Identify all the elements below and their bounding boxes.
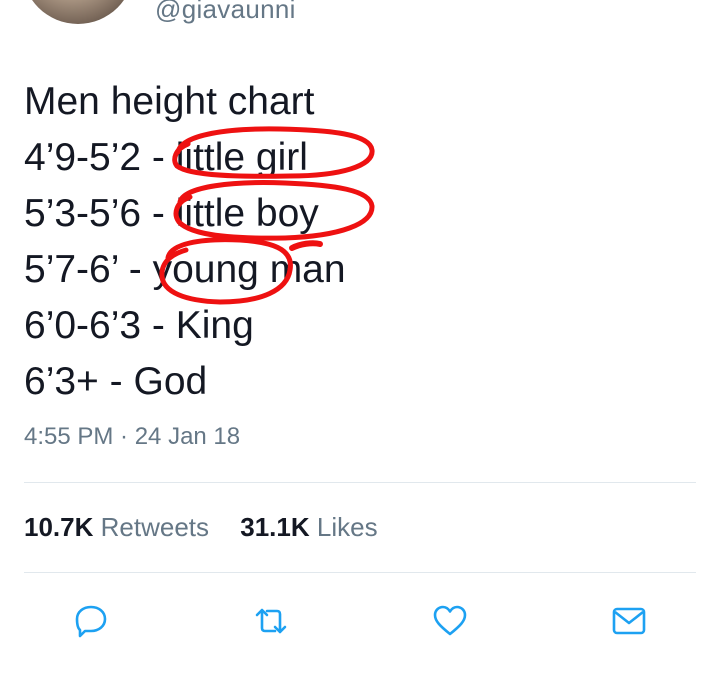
divider-bottom	[24, 572, 696, 573]
retweets-stat[interactable]: 10.7K Retweets	[24, 512, 209, 543]
envelope-icon	[612, 607, 646, 635]
tweet-detail-page: @giavaunni Men height chart 4’9-5’2 - li…	[0, 0, 709, 678]
tweet-line-king: 6’0-6’3 - King	[24, 304, 254, 347]
tweet-text: Men height chart 4’9-5’2 - little girl 5…	[24, 74, 684, 410]
tweet-action-bar	[0, 598, 709, 644]
likes-label: Likes	[316, 512, 378, 542]
reply-button[interactable]	[68, 598, 114, 644]
avatar[interactable]	[22, 0, 134, 24]
tweet-line-title: Men height chart	[24, 80, 315, 123]
heart-icon	[433, 605, 467, 636]
speech-bubble-icon	[75, 605, 107, 638]
likes-stat[interactable]: 31.1K Likes	[240, 512, 377, 543]
tweet-line-young-man: 5’7-6’ - young man	[24, 248, 346, 291]
tweet-timestamp[interactable]: 4:55 PM · 24 Jan 18	[24, 423, 240, 451]
retweet-button[interactable]	[248, 598, 294, 644]
like-button[interactable]	[427, 598, 473, 644]
engagement-stats: 10.7K Retweets 31.1K Likes	[24, 512, 402, 543]
share-button[interactable]	[606, 598, 652, 644]
user-handle[interactable]: @giavaunni	[155, 0, 296, 25]
retweet-arrows-icon	[255, 608, 287, 634]
retweets-count: 10.7K	[24, 512, 94, 542]
tweet-line-little-girl: 4’9-5’2 - little girl	[24, 136, 308, 179]
divider-top	[24, 482, 696, 483]
tweet-line-little-boy: 5’3-5’6 - little boy	[24, 192, 319, 235]
tweet-line-god: 6’3+ - God	[24, 360, 208, 403]
likes-count: 31.1K	[240, 512, 310, 542]
retweets-label: Retweets	[100, 512, 210, 542]
